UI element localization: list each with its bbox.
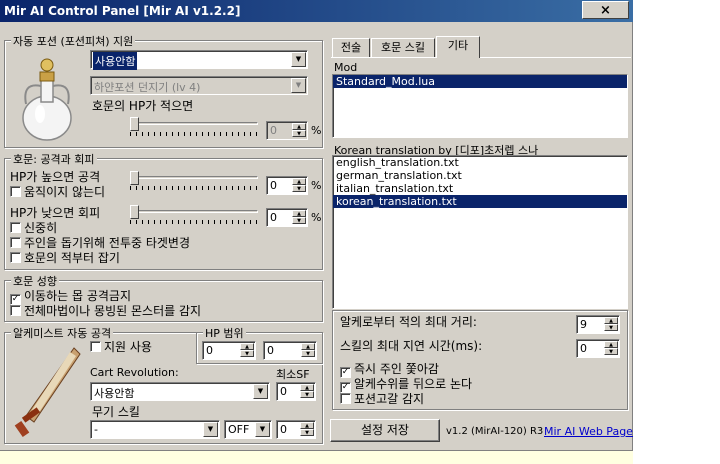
chevron-down-icon[interactable]: ▼ — [203, 422, 218, 437]
list-item[interactable]: english_translation.txt — [333, 156, 627, 169]
list-item[interactable]: korean_translation.txt — [333, 195, 627, 208]
weapon-sf-spinner[interactable]: 0 ▲ ▼ — [276, 420, 316, 439]
support-checkbox[interactable]: 지원 사용 — [90, 341, 152, 355]
close-icon: × — [600, 3, 611, 18]
hp-low-pct: % — [311, 211, 322, 224]
tab-panel-edge — [331, 57, 631, 58]
version-text: v1.2 (MirAI-120) R3 — [446, 426, 544, 437]
mod-label: Mod — [334, 61, 358, 74]
weapon-select[interactable]: - ▼ — [90, 420, 220, 439]
no-move-checkbox[interactable]: 움직이지 않는디 — [10, 186, 105, 200]
detect-mobbed-checkbox[interactable]: 전체마법이나 몽빙된 몬스터를 감지 — [10, 305, 201, 319]
control-panel-window: Mir AI Control Panel [Mir AI v1.2.2] × 자… — [0, 0, 633, 464]
hp-range-legend: HP 범위 — [203, 325, 246, 341]
careful-checkbox[interactable]: 신중히 — [10, 222, 57, 236]
translation-list[interactable]: english_translation.txt german_translati… — [332, 155, 628, 309]
potion-type-select[interactable]: 하얀포션 던지기 (lv 4) ▼ — [90, 76, 308, 95]
save-settings-button[interactable]: 설정 저장 — [330, 419, 440, 442]
chevron-down-icon[interactable]: ▼ — [253, 384, 268, 399]
max-delay-label: 스킬의 최대 지연 시간(ms): — [340, 339, 483, 353]
list-item[interactable]: italian_translation.txt — [333, 182, 627, 195]
tab-homun-skill[interactable]: 호문 스킬 — [371, 38, 435, 58]
hp-high-slider[interactable] — [130, 170, 258, 192]
no-attack-moving-checkbox[interactable]: ✓ 이동하는 몹 공격금지 — [10, 290, 131, 305]
first-enemy-checkbox[interactable]: 호문의 적부터 잡기 — [10, 252, 120, 266]
follow-owner-checkbox[interactable]: ✓ 즉시 주인 쫓아감 — [340, 363, 439, 378]
potion-bottle-icon — [22, 58, 72, 141]
alchemist-group-legend: 알케미스트 자동 공격 — [11, 325, 114, 341]
max-distance-spinner[interactable]: 9 ▲ ▼ — [576, 315, 620, 334]
list-item[interactable]: Standard_Mod.lua — [333, 75, 627, 88]
potion-hp-spinner[interactable]: 0 ▲ ▼ — [266, 121, 308, 140]
behavior-group-legend: 호문 성향 — [11, 273, 59, 289]
weapon-toggle-select[interactable]: OFF ▼ — [224, 420, 272, 439]
potion-mode-select[interactable]: 사용안함 ▼ — [90, 50, 308, 70]
status-bar — [0, 450, 633, 464]
mod-list[interactable]: Standard_Mod.lua — [332, 74, 628, 138]
web-page-link[interactable]: Mir AI Web Page — [544, 425, 633, 438]
max-distance-label: 알케로부터 적의 최대 거리: — [340, 315, 477, 329]
chevron-down-icon[interactable]: ▼ — [291, 52, 306, 67]
close-button[interactable]: × — [582, 1, 629, 19]
hp-high-pct: % — [311, 179, 322, 192]
follow-behind-checkbox[interactable]: ✓ 알케수위를 뒤으로 논다 — [340, 378, 472, 393]
potion-hp-slider[interactable] — [130, 116, 258, 138]
hp-low-spinner[interactable]: 0 ▲ ▼ — [266, 208, 308, 227]
list-item[interactable]: german_translation.txt — [333, 169, 627, 182]
change-target-checkbox[interactable]: 주인을 돕기위해 전투중 타겟변경 — [10, 237, 190, 251]
min-sf-label: 최소SF — [276, 368, 310, 381]
chevron-down-icon[interactable]: ▼ — [291, 78, 306, 93]
max-delay-spinner[interactable]: 0 ▲ ▼ — [576, 339, 620, 358]
potion-hp-pct: % — [311, 124, 322, 137]
hp-low-slider[interactable] — [130, 204, 258, 226]
chevron-down-icon[interactable]: ▼ — [255, 422, 270, 437]
tab-tactics[interactable]: 전술 — [332, 38, 370, 58]
cart-select[interactable]: 사용안함 ▼ — [90, 382, 270, 401]
tab-etc[interactable]: 기타 — [436, 36, 480, 58]
range-min-spinner[interactable]: 0 ▲ ▼ — [202, 341, 256, 360]
sword-icon — [14, 347, 81, 438]
hp-high-label: HP가 높으면 공격 — [10, 170, 101, 184]
weapon-skill-label: 무기 스킬 — [92, 405, 140, 419]
cart-sf-spinner[interactable]: 0 ▲ ▼ — [276, 382, 316, 401]
potion-hp-label: 호문의 HP가 적으면 — [92, 99, 194, 113]
combat-group-legend: 호문: 공격과 회피 — [11, 151, 97, 167]
window-title: Mir AI Control Panel [Mir AI v1.2.2] — [4, 4, 241, 18]
detect-potion-checkbox[interactable]: 포션고갈 감지 — [340, 393, 424, 407]
hp-high-spinner[interactable]: 0 ▲ ▼ — [266, 176, 308, 195]
potion-group-legend: 자동 포션 (포션피쳐) 지원 — [11, 33, 136, 49]
title-bar[interactable]: Mir AI Control Panel [Mir AI v1.2.2] × — [0, 0, 633, 22]
range-max-spinner[interactable]: 0 ▲ ▼ — [263, 341, 317, 360]
cart-revolution-label: Cart Revolution: — [90, 366, 179, 379]
hp-low-label: HP가 낮으면 회피 — [10, 206, 101, 220]
